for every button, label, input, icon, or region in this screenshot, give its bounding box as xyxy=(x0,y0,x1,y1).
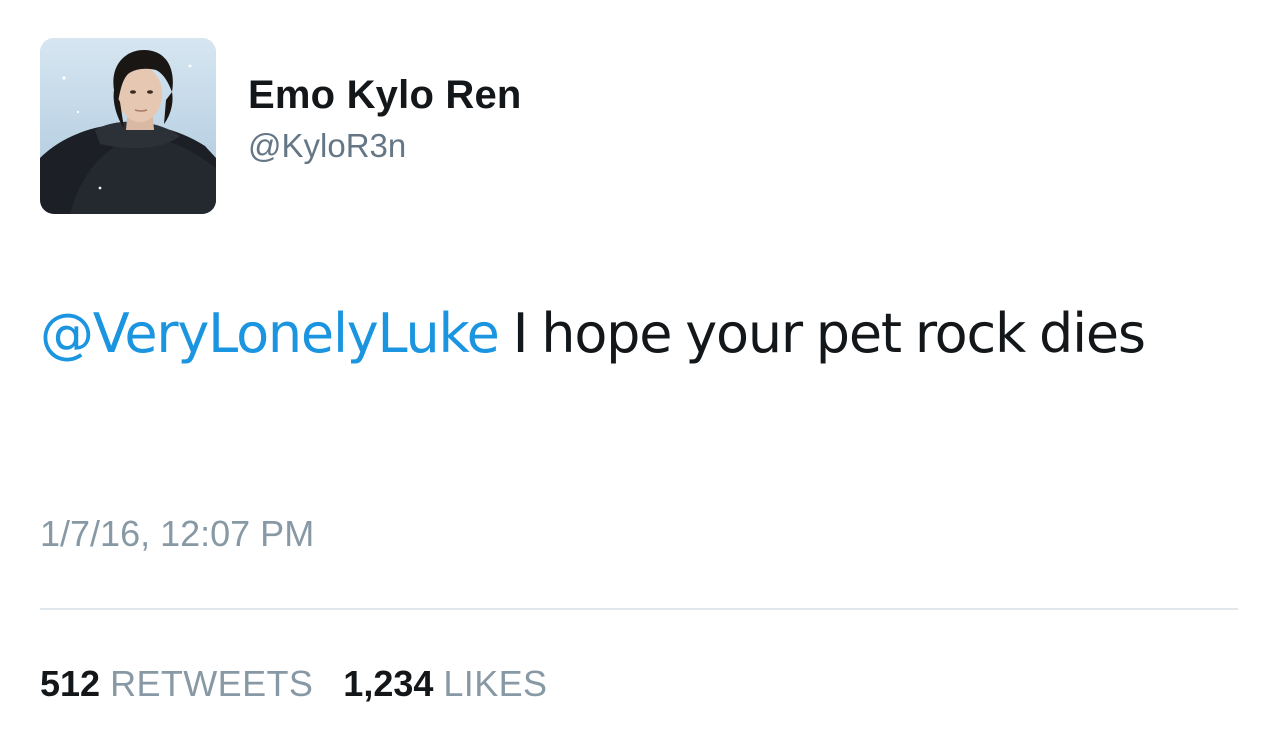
mention-link[interactable]: @VeryLonelyLuke xyxy=(40,302,500,365)
author-identity: Emo Kylo Ren @KyloR3n xyxy=(248,71,522,167)
likes-label: LIKES xyxy=(443,663,548,704)
tweet-timestamp[interactable]: 1/7/16, 12:07 PM xyxy=(40,512,314,556)
divider xyxy=(40,608,1238,610)
likes-count: 1,234 xyxy=(343,663,434,704)
profile-photo-icon xyxy=(40,38,216,214)
retweets-label: RETWEETS xyxy=(110,663,314,704)
likes-stat[interactable]: 1,234 LIKES xyxy=(343,662,547,706)
avatar[interactable] xyxy=(40,38,216,214)
tweet-text: @VeryLonelyLuke I hope your pet rock die… xyxy=(40,288,1240,380)
tweet-stats: 512 RETWEETS 1,234 LIKES xyxy=(40,662,577,706)
author-handle[interactable]: @KyloR3n xyxy=(248,125,522,167)
tweet-body-text: I hope your pet rock dies xyxy=(498,302,1146,365)
tweet-detail: Emo Kylo Ren @KyloR3n @VeryLonelyLuke I … xyxy=(0,0,1280,754)
tweet-header: Emo Kylo Ren @KyloR3n xyxy=(40,38,522,214)
retweets-stat[interactable]: 512 RETWEETS xyxy=(40,662,313,706)
retweets-count: 512 xyxy=(40,663,101,704)
author-display-name[interactable]: Emo Kylo Ren xyxy=(248,71,522,119)
